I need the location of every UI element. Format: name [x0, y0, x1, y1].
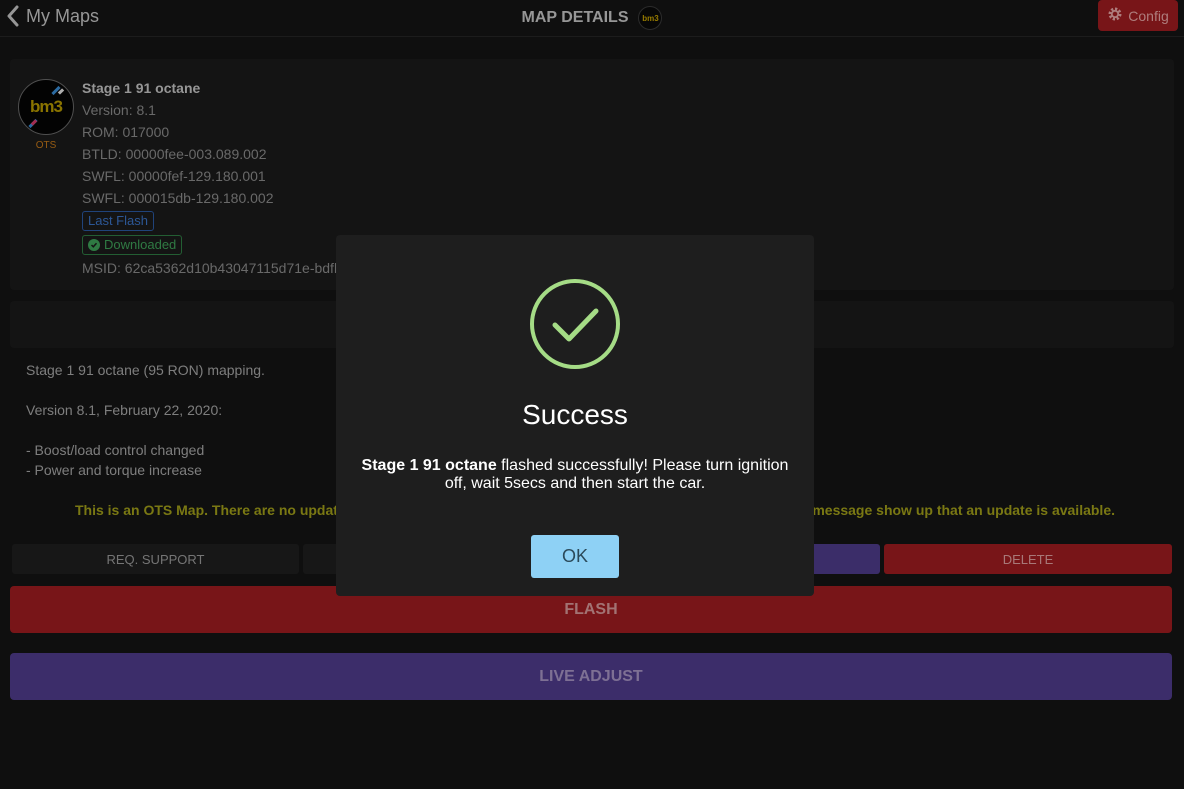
ok-button[interactable]: OK — [531, 535, 619, 578]
dialog-message: Stage 1 91 octane flashed successfully! … — [356, 457, 794, 493]
success-check-icon — [530, 279, 620, 369]
dialog-message-map: Stage 1 91 octane — [361, 457, 497, 474]
dialog-message-text: flashed successfully! Please turn igniti… — [444, 457, 789, 492]
dialog-title: Success — [522, 399, 628, 430]
success-dialog: Success Stage 1 91 octane flashed succes… — [336, 235, 814, 596]
